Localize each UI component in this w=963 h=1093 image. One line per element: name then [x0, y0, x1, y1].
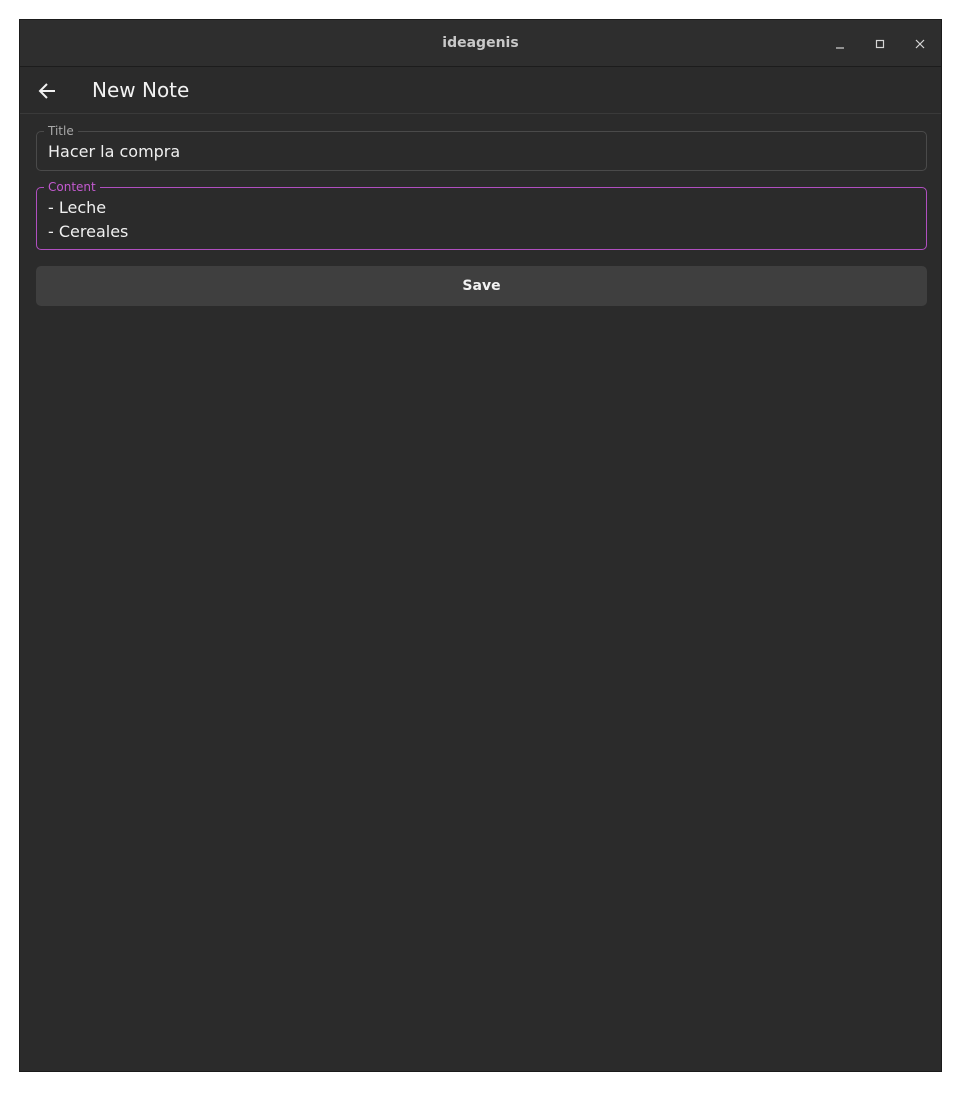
- window-titlebar[interactable]: ideagenis: [20, 20, 941, 67]
- window-title: ideagenis: [442, 35, 519, 51]
- title-field[interactable]: Title Hacer la compra: [36, 124, 927, 171]
- maximize-button[interactable]: [868, 32, 892, 56]
- content-line: - Cereales: [48, 222, 129, 241]
- content-field[interactable]: Content - Leche - Cereales: [36, 180, 927, 250]
- save-button[interactable]: Save: [36, 266, 927, 306]
- arrow-left-icon: [38, 83, 55, 99]
- minimize-button[interactable]: [828, 32, 852, 56]
- content-field-label: Content: [44, 180, 100, 194]
- close-icon: [915, 39, 925, 49]
- content-line: - Leche: [48, 198, 107, 217]
- close-button[interactable]: [908, 32, 932, 56]
- content-field-value[interactable]: - Leche - Cereales: [48, 196, 128, 244]
- page-title: New Note: [92, 78, 190, 102]
- minimize-icon: [836, 47, 844, 49]
- app-bar: New Note: [20, 67, 941, 114]
- back-button[interactable]: [34, 78, 60, 104]
- maximize-icon: [875, 39, 885, 49]
- title-field-label: Title: [44, 124, 78, 138]
- app-window: ideagenis New Note Title Hacer la compra…: [19, 19, 942, 1072]
- title-field-value[interactable]: Hacer la compra: [48, 142, 180, 162]
